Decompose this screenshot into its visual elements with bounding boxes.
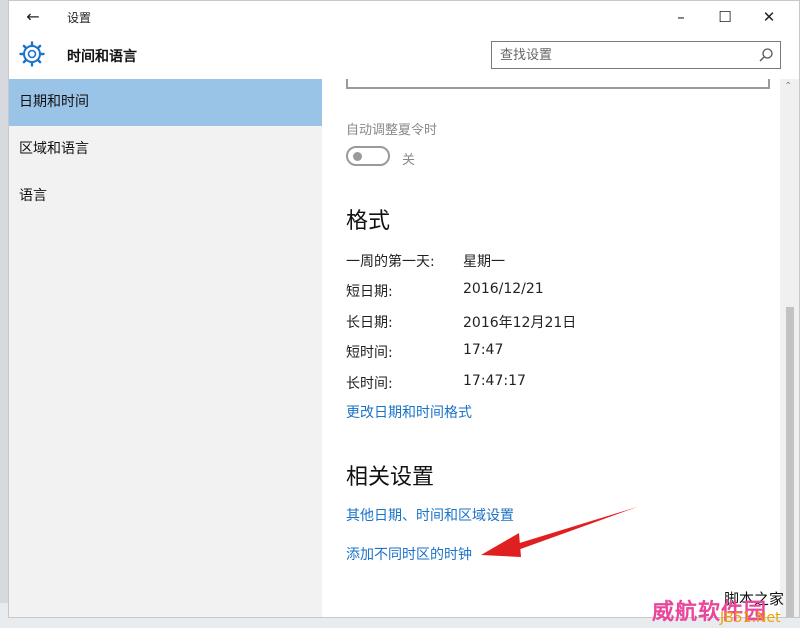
sidebar-item-region-language[interactable]: 区域和语言 xyxy=(9,126,322,173)
change-format-link[interactable]: 更改日期和时间格式 xyxy=(346,402,472,422)
dst-label: 自动调整夏令时 xyxy=(346,123,438,138)
dst-toggle[interactable] xyxy=(346,146,390,166)
add-clocks-link[interactable]: 添加不同时区的时钟 xyxy=(346,544,472,564)
scroll-thumb[interactable] xyxy=(786,307,794,617)
search-box[interactable] xyxy=(491,41,781,69)
search-input[interactable] xyxy=(500,42,750,68)
settings-window: ← 设置 – ☐ ✕ 时间和语言 查找设置 日期和时间 区域和语言 语言 自动调… xyxy=(8,0,800,618)
watermark: 脚本之家 威航软件园 JB51.Net xyxy=(650,588,800,628)
format-label-short-time: 短时间: xyxy=(346,345,393,361)
format-label-long-time: 长时间: xyxy=(346,376,393,392)
toggle-knob xyxy=(353,152,362,161)
window-title: 设置 xyxy=(67,11,92,25)
minimize-button[interactable]: – xyxy=(659,3,703,31)
watermark-sub-text: JB51.Net xyxy=(720,610,781,626)
annotation-arrow-icon xyxy=(481,507,637,557)
format-label-short-date: 短日期: xyxy=(346,284,393,300)
page-title: 时间和语言 xyxy=(67,49,137,65)
gear-icon xyxy=(19,41,45,67)
format-heading: 格式 xyxy=(346,209,391,234)
settings-header: 时间和语言 xyxy=(9,33,799,79)
format-label-first-day: 一周的第一天: xyxy=(346,254,435,270)
format-value-long-date: 2016年12月21日 xyxy=(463,315,577,331)
format-value-short-date: 2016/12/21 xyxy=(463,281,544,297)
title-bar: ← 设置 – ☐ ✕ xyxy=(9,1,799,33)
format-value-short-time: 17:47 xyxy=(463,342,504,358)
sidebar-item-language[interactable]: 语言 xyxy=(9,173,322,220)
sidebar-item-date-time[interactable]: 日期和时间 xyxy=(9,79,322,126)
scrollbar[interactable]: ⌃ xyxy=(780,79,799,617)
desktop-background xyxy=(0,0,8,628)
dst-toggle-state: 关 xyxy=(402,153,416,168)
format-value-first-day: 星期一 xyxy=(463,254,505,270)
back-arrow-icon[interactable]: ← xyxy=(19,5,47,29)
timezone-dropdown-edge[interactable] xyxy=(346,79,770,89)
close-button[interactable]: ✕ xyxy=(747,3,791,31)
search-icon[interactable] xyxy=(758,47,774,63)
format-label-long-date: 长日期: xyxy=(346,315,393,331)
scroll-up-icon[interactable]: ⌃ xyxy=(784,81,792,92)
format-value-long-time: 17:47:17 xyxy=(463,373,526,389)
sidebar: 日期和时间 区域和语言 语言 xyxy=(9,79,322,617)
related-settings-heading: 相关设置 xyxy=(346,465,435,490)
maximize-button[interactable]: ☐ xyxy=(703,3,747,31)
